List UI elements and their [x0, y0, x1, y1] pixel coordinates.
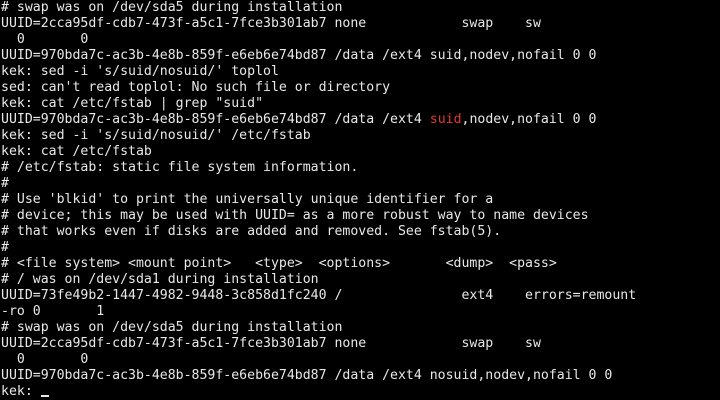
terminal-text: # / was on /dev/sda1 during installation	[1, 272, 319, 287]
text-cursor	[40, 395, 49, 397]
terminal-text: UUID=2cca95df-cdb7-473f-a5c1-7fce3b301ab…	[1, 336, 541, 351]
terminal-line: # swap was on /dev/sda5 during installat…	[1, 0, 720, 16]
terminal-text: kek: sed -i 's/suid/nosuid/' toplol	[1, 64, 279, 79]
terminal-line: -ro 0 1	[1, 304, 720, 320]
terminal-line: kek: cat /etc/fstab	[1, 144, 720, 160]
terminal-output: # swap was on /dev/sda5 during installat…	[1, 0, 720, 384]
terminal-line: #	[1, 240, 720, 256]
terminal-text: ,nodev,nofail 0 0	[461, 112, 597, 127]
terminal-line: #	[1, 176, 720, 192]
terminal-text: # that works even if disks are added and…	[1, 224, 502, 239]
terminal-line: # Use 'blkid' to print the universally u…	[1, 192, 720, 208]
terminal-text: UUID=970bda7c-ac3b-4e8b-859f-e6eb6e74bd8…	[1, 48, 597, 63]
terminal-line: sed: can't read toplol: No such file or …	[1, 80, 720, 96]
terminal-text: # swap was on /dev/sda5 during installat…	[1, 320, 343, 335]
terminal-text: UUID=970bda7c-ac3b-4e8b-859f-e6eb6e74bd8…	[1, 368, 613, 383]
terminal-text: 0 0	[1, 32, 89, 47]
terminal-text: UUID=2cca95df-cdb7-473f-a5c1-7fce3b301ab…	[1, 16, 541, 31]
terminal-text: UUID=970bda7c-ac3b-4e8b-859f-e6eb6e74bd8…	[1, 112, 430, 127]
terminal-line: # / was on /dev/sda1 during installation	[1, 272, 720, 288]
terminal-line: UUID=970bda7c-ac3b-4e8b-859f-e6eb6e74bd8…	[1, 48, 720, 64]
terminal-text: kek: cat /etc/fstab	[1, 144, 152, 159]
terminal-line: UUID=2cca95df-cdb7-473f-a5c1-7fce3b301ab…	[1, 336, 720, 352]
grep-match-highlight: suid	[429, 112, 462, 127]
terminal-line: 0 0	[1, 352, 720, 368]
terminal-line: kek: sed -i 's/suid/nosuid/' /etc/fstab	[1, 128, 720, 144]
terminal-line: kek: sed -i 's/suid/nosuid/' toplol	[1, 64, 720, 80]
terminal-line: kek: cat /etc/fstab | grep "suid"	[1, 96, 720, 112]
terminal-line: # /etc/fstab: static file system informa…	[1, 160, 720, 176]
terminal-prompt: kek:	[1, 384, 41, 399]
terminal-text: # swap was on /dev/sda5 during installat…	[1, 0, 343, 15]
terminal-text: 0 0	[1, 352, 89, 367]
terminal-text: kek: cat /etc/fstab | grep "suid"	[1, 96, 264, 111]
terminal-line: # <file system> <mount point> <type> <op…	[1, 256, 720, 272]
terminal-text: #	[1, 176, 9, 191]
terminal-text: # <file system> <mount point> <type> <op…	[1, 256, 557, 271]
terminal-text: # Use 'blkid' to print the universally u…	[1, 192, 494, 207]
terminal-text: UUID=73fe49b2-1447-4982-9448-3c858d1fc24…	[1, 288, 637, 303]
terminal-line: # swap was on /dev/sda5 during installat…	[1, 320, 720, 336]
terminal-line: UUID=73fe49b2-1447-4982-9448-3c858d1fc24…	[1, 288, 720, 304]
terminal-line: # that works even if disks are added and…	[1, 224, 720, 240]
terminal-line: 0 0	[1, 32, 720, 48]
terminal-prompt-line[interactable]: kek:	[1, 384, 720, 400]
terminal-text: kek: sed -i 's/suid/nosuid/' /etc/fstab	[1, 128, 311, 143]
terminal-text: sed: can't read toplol: No such file or …	[1, 80, 391, 95]
terminal-text: # device; this may be used with UUID= as…	[1, 208, 589, 223]
terminal-text: -ro 0 1	[1, 304, 105, 319]
terminal-line: UUID=970bda7c-ac3b-4e8b-859f-e6eb6e74bd8…	[1, 112, 720, 128]
terminal-line: UUID=2cca95df-cdb7-473f-a5c1-7fce3b301ab…	[1, 16, 720, 32]
terminal-line: # device; this may be used with UUID= as…	[1, 208, 720, 224]
terminal-window[interactable]: # swap was on /dev/sda5 during installat…	[0, 0, 720, 400]
terminal-line: UUID=970bda7c-ac3b-4e8b-859f-e6eb6e74bd8…	[1, 368, 720, 384]
terminal-text: # /etc/fstab: static file system informa…	[1, 160, 359, 175]
terminal-text: #	[1, 240, 9, 255]
